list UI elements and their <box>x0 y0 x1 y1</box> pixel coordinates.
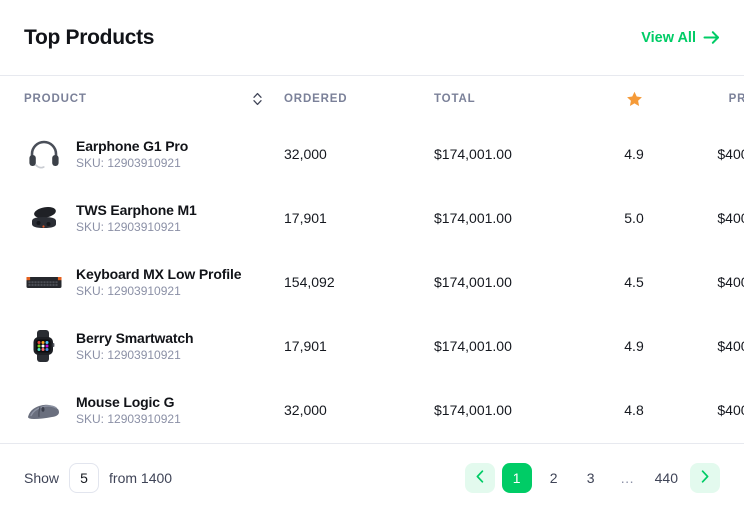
pagination-ellipsis: … <box>613 463 643 493</box>
table-row[interactable]: Earphone G1 Pro SKU: 12903910921 32,000 … <box>0 122 744 186</box>
price-value: $400.00 <box>674 338 744 354</box>
product-text: Mouse Logic G SKU: 12903910921 <box>76 394 181 426</box>
product-sku: SKU: 12903910921 <box>76 284 241 298</box>
pagination-page-1[interactable]: 1 <box>502 463 532 493</box>
table-row[interactable]: Mouse Logic G SKU: 12903910921 32,000 $1… <box>0 378 744 442</box>
product-cell: Berry Smartwatch SKU: 12903910921 <box>24 326 284 366</box>
rows-per-page-select[interactable]: 5 <box>69 463 99 493</box>
product-name: Mouse Logic G <box>76 394 181 410</box>
total-value: $174,001.00 <box>434 402 594 418</box>
column-header-price: PRICE <box>674 93 744 105</box>
product-sku: SKU: 12903910921 <box>76 220 197 234</box>
product-cell: Earphone G1 Pro SKU: 12903910921 <box>24 134 284 174</box>
column-header-total: TOTAL <box>434 93 594 105</box>
product-cell: Keyboard MX Low Profile SKU: 12903910921 <box>24 262 284 302</box>
product-cell: Mouse Logic G SKU: 12903910921 <box>24 390 284 430</box>
column-header-product-label: PRODUCT <box>24 93 87 105</box>
column-header-rating <box>594 91 674 108</box>
product-cell: TWS Earphone M1 SKU: 12903910921 <box>24 198 284 238</box>
chevron-left-icon <box>476 470 484 486</box>
sort-updown-icon[interactable] <box>253 92 262 106</box>
product-text: TWS Earphone M1 SKU: 12903910921 <box>76 202 197 234</box>
rating-value: 4.8 <box>594 402 674 418</box>
show-label: Show <box>24 470 59 486</box>
view-all-link[interactable]: View All <box>641 30 720 46</box>
headphones-icon <box>24 134 64 174</box>
top-products-card: Top Products View All PRODUCT <box>0 0 744 511</box>
price-value: $400.00 <box>674 274 744 290</box>
rating-value: 4.9 <box>594 338 674 354</box>
keyboard-icon <box>24 262 64 302</box>
price-value: $400.00 <box>674 210 744 226</box>
star-icon <box>626 91 643 108</box>
ordered-value: 32,000 <box>284 146 434 162</box>
ordered-value: 154,092 <box>284 274 434 290</box>
mouse-icon <box>24 390 64 430</box>
total-value: $174,001.00 <box>434 210 594 226</box>
column-header-product: PRODUCT <box>24 92 284 106</box>
rating-value: 4.5 <box>594 274 674 290</box>
products-table: PRODUCT ORDERED TOTAL PRICE <box>0 76 744 443</box>
pagination-page-3[interactable]: 3 <box>576 463 606 493</box>
product-sku: SKU: 12903910921 <box>76 156 188 170</box>
chevron-right-icon <box>701 470 709 486</box>
pagination-next-button[interactable] <box>690 463 720 493</box>
product-name: TWS Earphone M1 <box>76 202 197 218</box>
smartwatch-icon <box>24 326 64 366</box>
table-row[interactable]: Berry Smartwatch SKU: 12903910921 17,901… <box>0 314 744 378</box>
ordered-value: 32,000 <box>284 402 434 418</box>
product-text: Earphone G1 Pro SKU: 12903910921 <box>76 138 188 170</box>
card-footer: Show 5 from 1400 1 2 3 … 440 <box>0 443 744 511</box>
price-value: $400.00 <box>674 402 744 418</box>
rating-value: 4.9 <box>594 146 674 162</box>
total-value: $174,001.00 <box>434 338 594 354</box>
pagination-prev-button[interactable] <box>465 463 495 493</box>
product-sku: SKU: 12903910921 <box>76 412 181 426</box>
product-text: Keyboard MX Low Profile SKU: 12903910921 <box>76 266 241 298</box>
price-value: $400.00 <box>674 146 744 162</box>
pagination: 1 2 3 … 440 <box>465 463 720 493</box>
rating-value: 5.0 <box>594 210 674 226</box>
table-row[interactable]: TWS Earphone M1 SKU: 12903910921 17,901 … <box>0 186 744 250</box>
product-name: Keyboard MX Low Profile <box>76 266 241 282</box>
table-header-row: PRODUCT ORDERED TOTAL PRICE <box>0 76 744 122</box>
product-name: Berry Smartwatch <box>76 330 193 346</box>
arrow-right-icon <box>703 30 720 45</box>
total-value: $174,001.00 <box>434 146 594 162</box>
ordered-value: 17,901 <box>284 338 434 354</box>
column-header-ordered: ORDERED <box>284 93 434 105</box>
pagination-page-2[interactable]: 2 <box>539 463 569 493</box>
earbuds-case-icon <box>24 198 64 238</box>
card-header: Top Products View All <box>0 0 744 76</box>
total-records-label: from 1400 <box>109 470 172 486</box>
rows-per-page-group: Show 5 from 1400 <box>24 463 172 493</box>
product-name: Earphone G1 Pro <box>76 138 188 154</box>
view-all-label: View All <box>641 30 696 46</box>
table-row[interactable]: Keyboard MX Low Profile SKU: 12903910921… <box>0 250 744 314</box>
pagination-page-440[interactable]: 440 <box>650 463 683 493</box>
total-value: $174,001.00 <box>434 274 594 290</box>
product-sku: SKU: 12903910921 <box>76 348 193 362</box>
ordered-value: 17,901 <box>284 210 434 226</box>
page-title: Top Products <box>24 26 154 50</box>
product-text: Berry Smartwatch SKU: 12903910921 <box>76 330 193 362</box>
